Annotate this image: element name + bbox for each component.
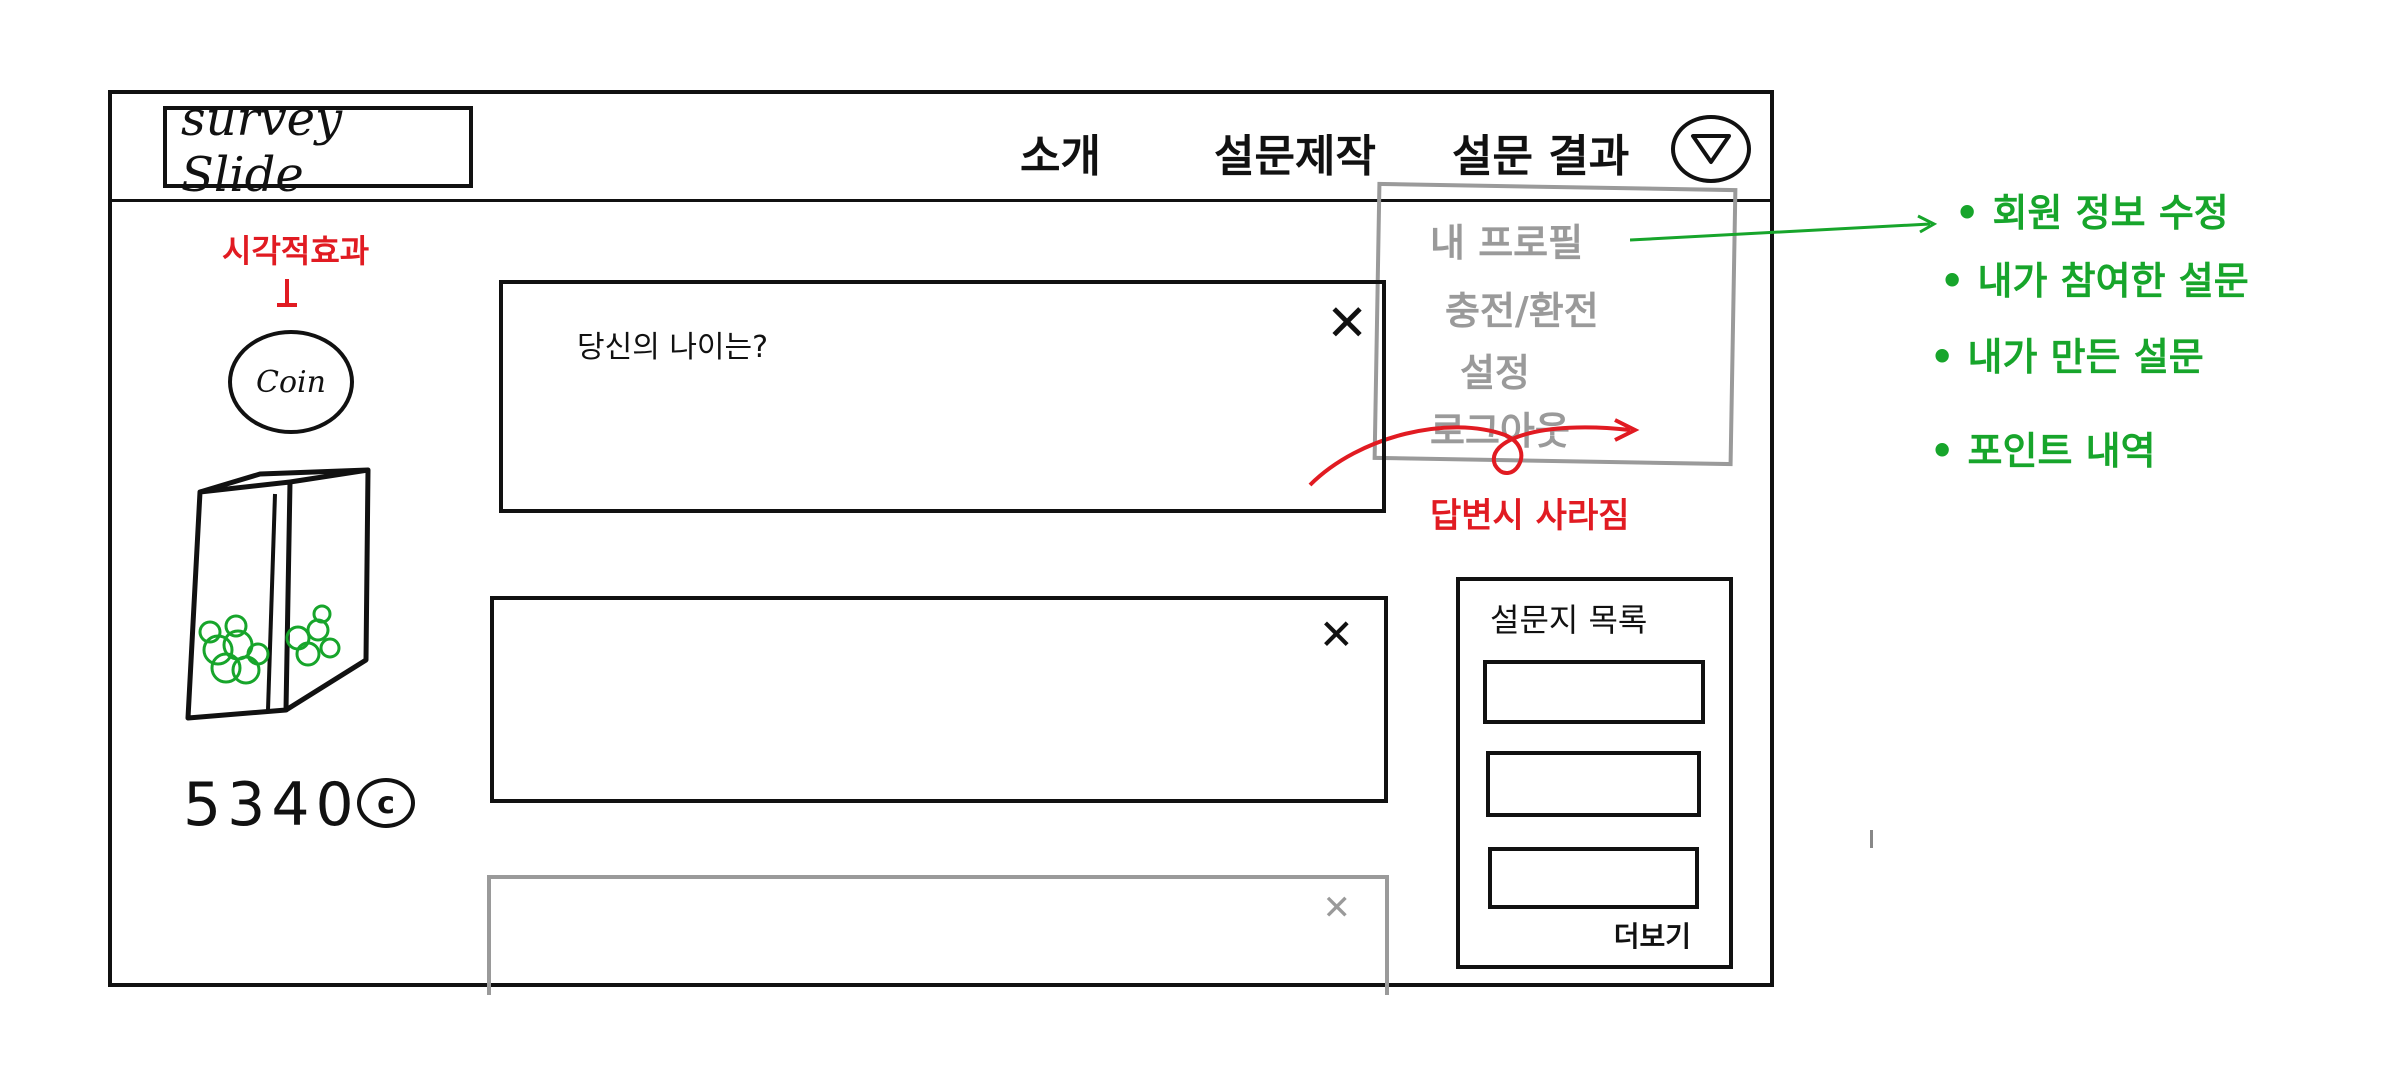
survey-list-item[interactable] bbox=[1483, 660, 1705, 724]
annotation-disappear-on-answer: 답변시 사라짐 bbox=[1430, 496, 1630, 536]
annotation-my-participated-surveys: • 내가 참여한 설문 bbox=[1940, 259, 2249, 303]
survey-list-item[interactable] bbox=[1486, 751, 1701, 817]
coin-unit-badge: c bbox=[357, 778, 415, 828]
coin-balance: 5340 bbox=[183, 770, 360, 840]
logo[interactable]: survey Slide bbox=[163, 91, 473, 203]
survey-card[interactable]: ✕ bbox=[490, 596, 1388, 803]
survey-card[interactable]: ✕ bbox=[487, 875, 1389, 995]
stray-mark bbox=[1870, 830, 1873, 848]
survey-card[interactable]: 당신의 나이는? ✕ bbox=[499, 280, 1386, 513]
dropdown-item-charge-exchange[interactable]: 충전/환전 bbox=[1445, 280, 1599, 335]
red-down-arrow bbox=[277, 279, 297, 307]
annotation-point-history: • 포인트 내역 bbox=[1930, 429, 2156, 473]
nav-intro[interactable]: 소개 bbox=[1020, 120, 1101, 184]
close-icon[interactable]: ✕ bbox=[1319, 614, 1354, 656]
logo-text: survey Slide bbox=[181, 91, 343, 203]
more-link[interactable]: 더보기 bbox=[1614, 915, 1691, 955]
nav-survey-results[interactable]: 설문 결과 bbox=[1452, 120, 1629, 184]
survey-list-title: 설문지 목록 bbox=[1490, 601, 1648, 639]
coin-jar-illustration bbox=[185, 467, 371, 721]
nav-create-survey[interactable]: 설문제작 bbox=[1214, 120, 1376, 184]
triangle-play-icon bbox=[1691, 134, 1731, 164]
dropdown-item-settings[interactable]: 설정 bbox=[1460, 342, 1530, 397]
annotation-visual-effect: 시각적효과 bbox=[222, 232, 370, 270]
coin-unit-text: c bbox=[377, 785, 395, 821]
dropdown-item-my-profile[interactable]: 내 프로필 bbox=[1430, 212, 1583, 267]
coin-label: Coin bbox=[256, 364, 326, 400]
survey-question: 당신의 나이는? bbox=[577, 330, 769, 365]
close-icon[interactable]: ✕ bbox=[1323, 891, 1352, 925]
profile-menu-button[interactable] bbox=[1671, 115, 1751, 183]
annotation-my-created-surveys: • 내가 만든 설문 bbox=[1930, 335, 2204, 379]
green-arrow bbox=[1630, 214, 1938, 242]
survey-list-panel: 설문지 목록 더보기 bbox=[1456, 577, 1733, 969]
coin-button[interactable]: Coin bbox=[228, 330, 354, 434]
annotation-edit-member-info: • 회원 정보 수정 bbox=[1955, 191, 2229, 235]
survey-list-item[interactable] bbox=[1488, 847, 1699, 909]
close-icon[interactable]: ✕ bbox=[1326, 298, 1368, 348]
